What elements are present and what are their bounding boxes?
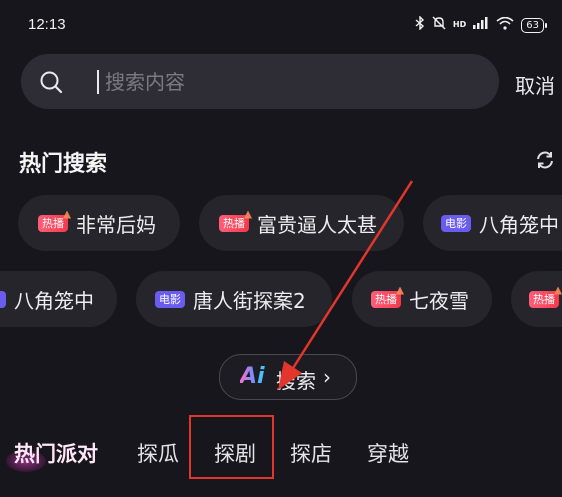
hot-search-item-label: 唐人街探案2 — [193, 288, 306, 313]
tab-tan-dian[interactable]: 探店 — [290, 438, 332, 468]
wifi-icon — [496, 16, 514, 34]
status-bar: 12:13 HD 63 — [0, 0, 562, 52]
chevron-right-icon: › — [323, 365, 331, 389]
hot-search-item[interactable]: 热播 七夜雪 — [352, 271, 492, 327]
movie-badge: 电影 — [441, 214, 471, 232]
hot-badge: 热播 — [371, 290, 401, 308]
tab-chuan-yue[interactable]: 穿越 — [367, 438, 409, 468]
movie-badge: 电影 — [155, 290, 185, 308]
mute-bell-icon — [432, 16, 446, 34]
tab-tan-gua[interactable]: 探瓜 — [137, 438, 179, 468]
ai-logo: Ai — [240, 364, 265, 389]
hot-search-item[interactable]: 热播 — [511, 271, 562, 327]
ai-search-label: 搜索 — [276, 369, 316, 393]
hot-search-item[interactable]: 电影 唐人街探案2 — [136, 271, 332, 327]
movie-badge — [0, 290, 6, 308]
refresh-icon[interactable] — [534, 149, 556, 171]
search-bar[interactable] — [21, 54, 499, 109]
hot-badge: 热播 — [219, 214, 249, 232]
hot-search-item-label: 八角笼中 — [14, 288, 94, 313]
hot-search-item[interactable]: 热播 非常后妈 — [18, 195, 180, 251]
search-icon — [40, 71, 63, 94]
cancel-button[interactable]: 取消 — [515, 70, 555, 99]
hot-search-title: 热门搜索 — [19, 152, 108, 177]
status-icons: HD 63 — [415, 15, 547, 34]
hot-search-item-label: 八角笼中 — [479, 212, 559, 237]
annotation-highlight-box — [189, 415, 274, 479]
hot-search-item-label: 富贵逼人太甚 — [257, 212, 377, 237]
text-cursor — [97, 70, 99, 94]
tab-hot-party[interactable]: 热门派对 — [6, 438, 98, 472]
hot-search-item-label: 非常后妈 — [76, 212, 156, 237]
hot-badge: 热播 — [38, 214, 68, 232]
bluetooth-icon — [415, 15, 425, 34]
cellular-signal-icon — [473, 17, 489, 33]
hot-search-item[interactable]: 热播 富贵逼人太甚 — [199, 195, 404, 251]
battery-indicator: 63 — [521, 17, 547, 33]
hot-badge: 热播 — [529, 290, 559, 308]
search-input[interactable] — [103, 65, 487, 99]
status-time: 12:13 — [28, 16, 66, 33]
ai-search-button[interactable]: Ai 搜索 › — [219, 354, 357, 400]
category-tabs: 热门派对 探瓜 探剧 探店 穿越 — [0, 438, 562, 478]
hot-search-item[interactable]: 电影 八角笼中 — [423, 195, 562, 251]
hot-search-item[interactable]: 八角笼中 — [0, 271, 117, 327]
hot-search-item-label: 七夜雪 — [409, 288, 469, 313]
hd-label: HD — [452, 20, 467, 29]
